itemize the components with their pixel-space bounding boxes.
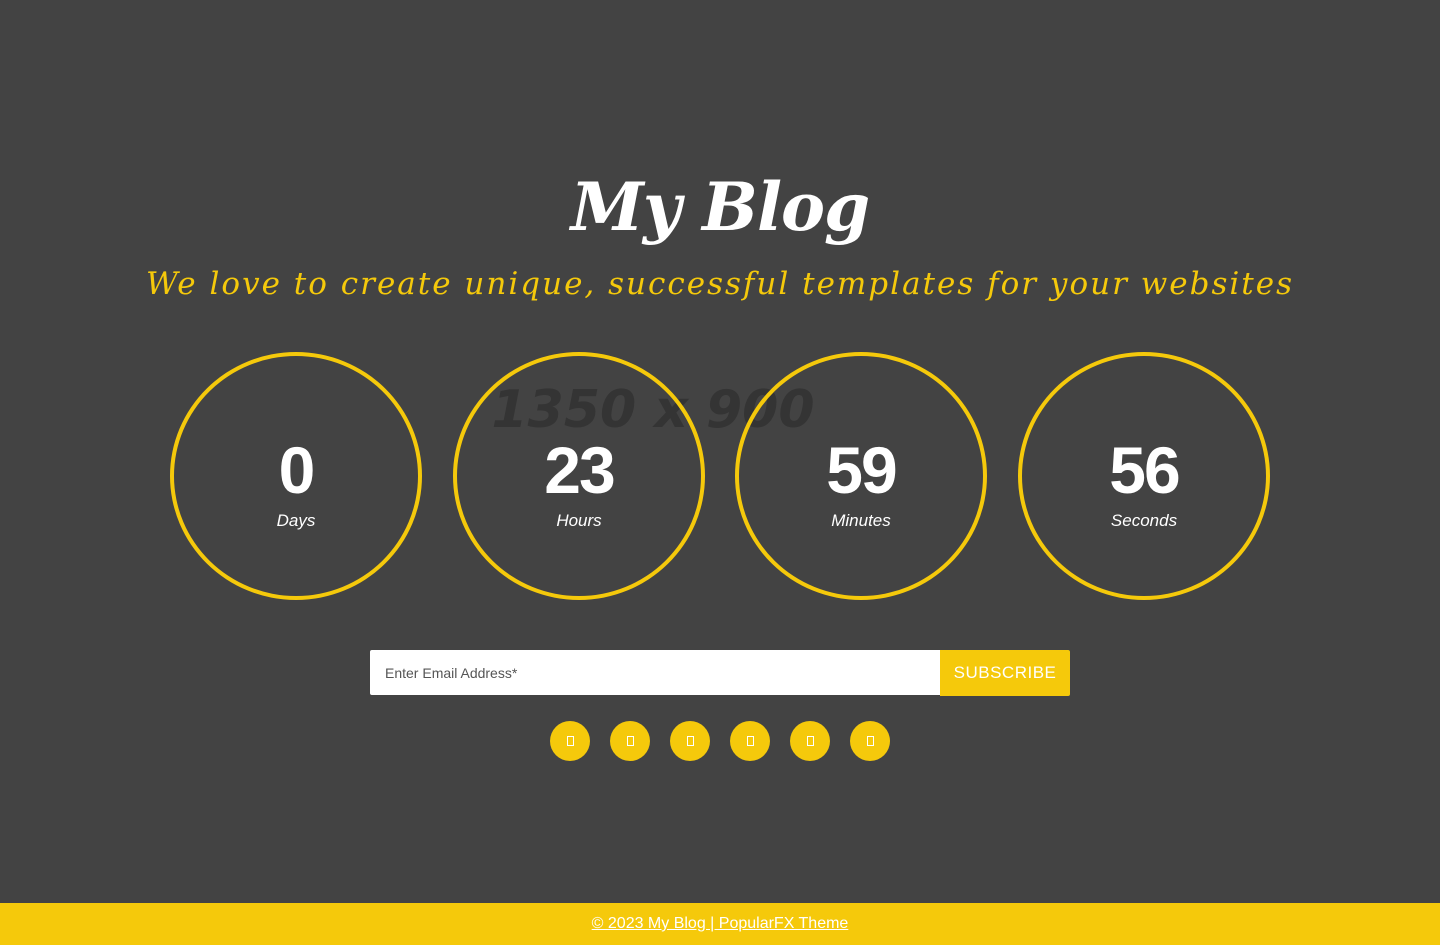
countdown-days-label: Days <box>276 511 316 530</box>
social-links <box>550 721 890 761</box>
countdown-hours-label: Hours <box>556 511 602 530</box>
footer-credit-link[interactable]: © 2023 My Blog | PopularFX Theme <box>592 915 849 932</box>
countdown-minutes-label: Minutes <box>831 511 891 530</box>
countdown-hours: 23 Hours <box>453 352 705 600</box>
missing-glyph-icon <box>866 736 874 746</box>
missing-glyph-icon <box>626 736 634 746</box>
linkedin-icon[interactable] <box>730 721 770 761</box>
site-tagline: We love to create unique, successful tem… <box>145 266 1295 302</box>
missing-glyph-icon <box>806 736 814 746</box>
youtube-icon[interactable] <box>790 721 830 761</box>
countdown-days-value: 0 <box>278 433 316 507</box>
facebook-icon[interactable] <box>550 721 590 761</box>
countdown-hours-value: 23 <box>544 433 615 507</box>
footer-bar: © 2023 My Blog | PopularFX Theme <box>0 903 1440 945</box>
subscribe-form: SUBSCRIBE <box>370 650 1070 696</box>
countdown-seconds-label: Seconds <box>1110 511 1178 530</box>
countdown-minutes-value: 59 <box>826 433 897 507</box>
countdown-seconds-value: 56 <box>1109 433 1180 507</box>
instagram-icon[interactable] <box>670 721 710 761</box>
countdown-seconds: 56 Seconds <box>1018 352 1270 600</box>
countdown-days: 0 Days <box>170 352 422 600</box>
coming-soon-page: 1350 x 900 My Blog We love to create uni… <box>0 0 1440 945</box>
email-input[interactable] <box>370 650 940 695</box>
missing-glyph-icon <box>686 736 694 746</box>
site-title: My Blog <box>570 168 870 246</box>
countdown-minutes: 59 Minutes <box>735 352 987 600</box>
pinterest-icon[interactable] <box>850 721 890 761</box>
missing-glyph-icon <box>566 736 574 746</box>
twitter-icon[interactable] <box>610 721 650 761</box>
subscribe-button[interactable]: SUBSCRIBE <box>940 650 1070 696</box>
missing-glyph-icon <box>746 736 754 746</box>
